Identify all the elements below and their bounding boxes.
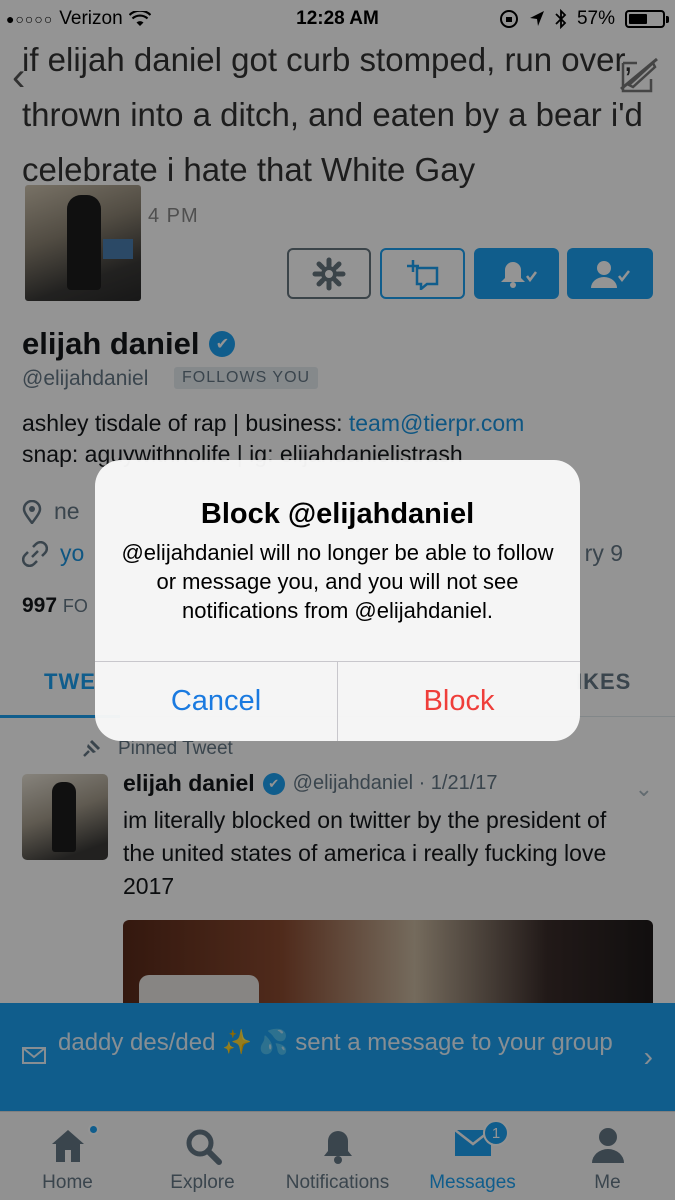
block-confirm-dialog: Block @elijahdaniel @elijahdaniel will n… bbox=[95, 460, 580, 741]
dialog-title: Block @elijahdaniel bbox=[200, 498, 475, 530]
block-button[interactable]: Block bbox=[338, 662, 580, 741]
cancel-button[interactable]: Cancel bbox=[95, 662, 337, 741]
dialog-message: @elijahdaniel will no longer be able to … bbox=[121, 540, 554, 623]
